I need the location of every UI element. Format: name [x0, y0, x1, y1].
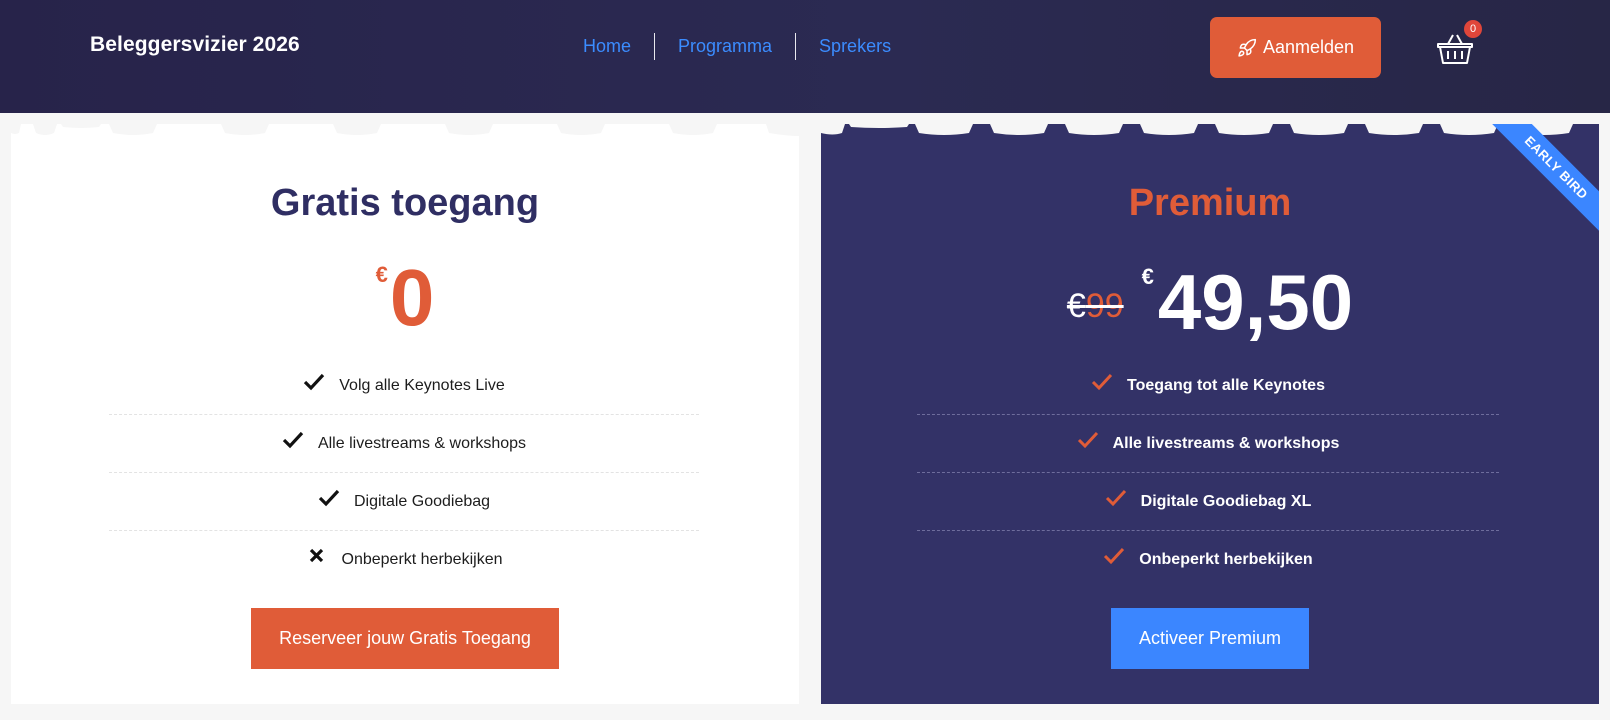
check-icon — [1105, 489, 1126, 506]
ticket-scallop-edge — [821, 124, 1573, 135]
feature-list-premium: Toegang tot alle Keynotes Alle livestrea… — [917, 357, 1499, 589]
nav-home[interactable]: Home — [560, 33, 654, 60]
old-price: €99 — [1066, 287, 1124, 325]
nav-sprekers[interactable]: Sprekers — [796, 33, 914, 60]
reserve-free-button[interactable]: Reserveer jouw Gratis Toegang — [251, 608, 559, 669]
price-free: €0 — [11, 258, 799, 338]
activate-premium-button[interactable]: Activeer Premium — [1111, 608, 1309, 669]
plan-card-premium: EARLY BIRD Premium €99€49,50 Toegang tot… — [821, 124, 1599, 704]
feature-list-free: Volg alle Keynotes Live Alle livestreams… — [109, 357, 699, 589]
plan-card-free: Gratis toegang €0 Volg alle Keynotes Liv… — [11, 124, 799, 704]
feature-item: Digitale Goodiebag — [109, 473, 699, 531]
feature-item: Onbeperkt herbekijken — [109, 531, 699, 589]
ticket-scallop-edge — [11, 124, 799, 136]
plan-title-premium: Premium — [1128, 182, 1292, 224]
cart-button[interactable]: 0 — [1436, 20, 1482, 68]
check-icon — [1104, 547, 1125, 565]
price-premium: €99€49,50 — [821, 262, 1599, 342]
check-icon — [304, 373, 325, 390]
price-amount: 49,50 — [1157, 258, 1354, 346]
rocket-icon — [1238, 38, 1257, 57]
signup-button[interactable]: Aanmelden — [1210, 17, 1381, 78]
cart-count-badge: 0 — [1464, 20, 1482, 38]
feature-item: Alle livestreams & workshops — [109, 415, 699, 473]
site-header: Beleggersvizier 2026 Home Programma Spre… — [0, 0, 1610, 113]
signup-label: Aanmelden — [1262, 37, 1355, 57]
check-icon — [1077, 431, 1098, 448]
nav-programma[interactable]: Programma — [655, 33, 795, 60]
feature-item: Alle livestreams & workshops — [917, 415, 1499, 473]
currency-symbol: € — [1141, 264, 1154, 289]
brand-logo[interactable]: Beleggersvizier 2026 — [90, 33, 300, 57]
feature-item: Onbeperkt herbekijken — [917, 531, 1499, 589]
price-amount: 0 — [389, 253, 435, 342]
cross-icon — [309, 548, 323, 563]
currency-symbol: € — [375, 262, 388, 287]
main-nav: Home Programma Sprekers — [560, 33, 914, 60]
feature-item: Volg alle Keynotes Live — [109, 357, 699, 415]
check-icon — [282, 431, 304, 448]
plan-title-free: Gratis toegang — [270, 182, 540, 224]
check-icon — [1091, 373, 1113, 390]
feature-item: Toegang tot alle Keynotes — [917, 357, 1499, 415]
feature-item: Digitale Goodiebag XL — [917, 473, 1499, 531]
check-icon — [318, 489, 340, 506]
